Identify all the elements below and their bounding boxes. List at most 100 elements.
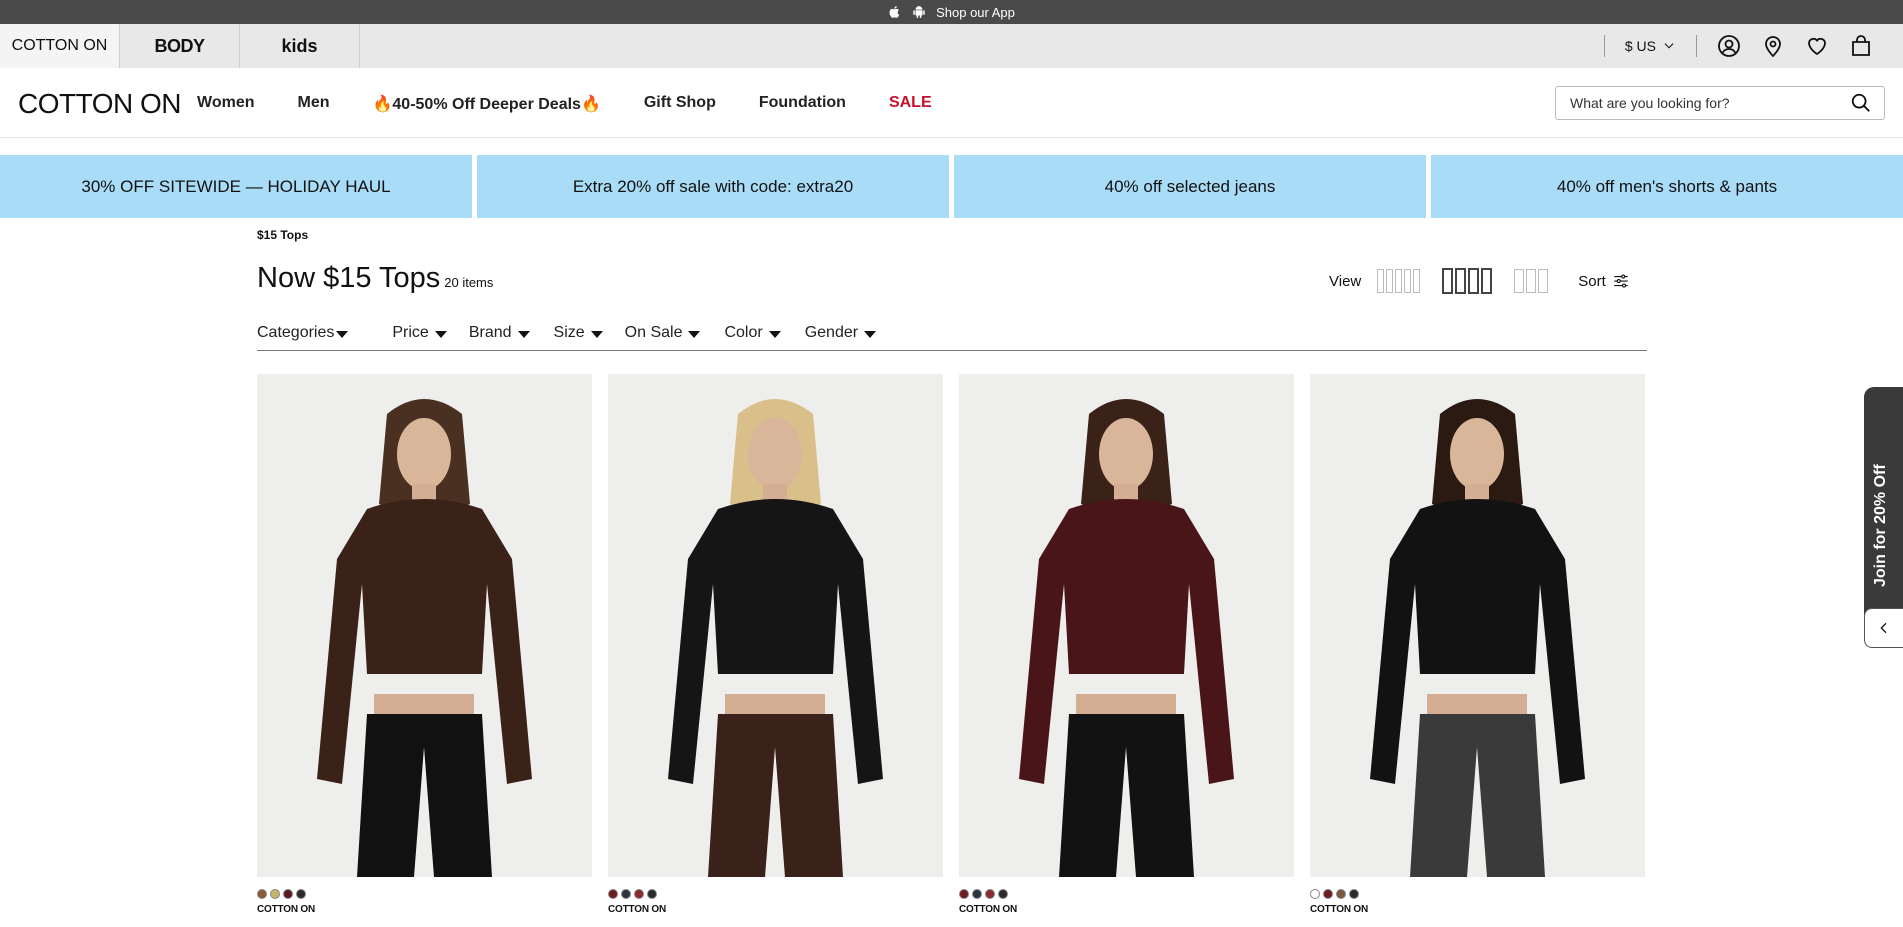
view-3-column-button[interactable] [1514,269,1549,293]
nav-deeper-deals[interactable]: 🔥40-50% Off Deeper Deals🔥 [372,94,600,114]
filter-label: Gender [804,324,859,341]
filter-categories[interactable]: Categories [257,324,349,350]
promo-banner[interactable]: Extra 20% off sale with code: extra20 [477,155,949,218]
nav-women[interactable]: Women [197,94,254,114]
color-swatch[interactable] [608,889,618,899]
caret-down-icon [434,331,447,338]
filter-label: Color [724,324,763,341]
color-swatch[interactable] [647,889,657,899]
product-brand: COTTON ON [1310,904,1369,915]
color-swatch[interactable] [296,889,306,899]
filter-brand[interactable]: Brand [469,324,530,350]
product-card[interactable]: COTTON ON [959,374,1294,915]
filter-label: Brand [468,324,512,341]
color-swatch[interactable] [1310,889,1320,899]
color-swatch[interactable] [257,889,267,899]
color-swatch[interactable] [1323,889,1333,899]
filter-gender[interactable]: Gender [804,324,877,350]
view-label: View [1329,272,1362,290]
color-swatches [608,889,943,899]
product-card[interactable]: COTTON ON [257,374,592,915]
logo[interactable]: COTTON ON [18,88,181,120]
product-image[interactable] [1310,374,1645,877]
brand-tab-body[interactable]: BODY [120,24,240,68]
color-swatch[interactable] [959,889,969,899]
filter-size[interactable]: Size [554,324,603,350]
model-illustration [959,374,1294,877]
main-nav: COTTON ON Women Men 🔥40-50% Off Deeper D… [0,68,1903,138]
brand-tab-cotton-on[interactable]: COTTON ON [0,24,120,68]
chevron-down-icon [1664,43,1674,49]
filter-on-sale[interactable]: On Sale [625,324,701,350]
product-image[interactable] [608,374,943,877]
caret-down-icon [590,331,603,338]
color-swatch[interactable] [283,889,293,899]
color-swatch[interactable] [1349,889,1359,899]
product-image[interactable] [959,374,1294,877]
color-swatch[interactable] [972,889,982,899]
currency-selector[interactable]: $ US [1625,38,1676,54]
color-swatch[interactable] [1336,889,1346,899]
join-offer-label: Join for 20% Off [1872,464,1889,587]
view-5-column-button[interactable] [1377,269,1421,293]
sort-button[interactable]: Sort [1578,272,1630,290]
currency-label: $ US [1624,38,1656,54]
promo-banner[interactable]: 30% OFF SITEWIDE — HOLIDAY HAUL [0,155,472,218]
product-card[interactable]: COTTON ON [608,374,943,915]
apple-icon[interactable] [888,5,902,19]
location-icon[interactable] [1761,34,1785,58]
filter-color[interactable]: Color [724,324,781,350]
view-4-column-button[interactable] [1442,268,1493,294]
brand-tab-kids[interactable]: kids [240,24,360,68]
color-swatch[interactable] [634,889,644,899]
item-count: 20 items [444,275,494,290]
divider [1603,35,1605,57]
app-promo-bar[interactable]: Shop our App [0,0,1903,24]
heart-icon[interactable] [1805,34,1829,58]
caret-down-icon [517,331,530,338]
color-swatch[interactable] [985,889,995,899]
promo-banner[interactable]: 40% off selected jeans [954,155,1426,218]
collapse-join-tab-button[interactable] [1864,608,1903,648]
promo-strip: 30% OFF SITEWIDE — HOLIDAY HAUL Extra 20… [0,155,1903,218]
product-card[interactable]: COTTON ON [1310,374,1645,915]
caret-down-icon [768,331,781,338]
product-grid: COTTON ON COTTON ON COTTON ON COTTON ON [257,374,1647,915]
nav-foundation[interactable]: Foundation [759,94,846,114]
filter-price[interactable]: Price [392,324,447,350]
color-swatches [1310,889,1645,899]
search-box [1555,86,1885,120]
android-icon[interactable] [912,5,926,19]
app-promo-text[interactable]: Shop our App [936,5,1015,20]
model-illustration [608,374,943,877]
color-swatch[interactable] [998,889,1008,899]
filter-label: Categories [257,324,335,341]
filter-bar: Categories Price Brand Size On Sale Colo… [257,324,1647,351]
brand-bar: COTTON ON BODY kids $ US [0,24,1903,68]
bag-icon[interactable] [1849,34,1873,58]
nav-sale[interactable]: SALE [889,94,932,114]
breadcrumb[interactable]: $15 Tops [257,228,308,242]
product-brand: COTTON ON [608,904,667,915]
product-brand: COTTON ON [257,904,316,915]
search-icon[interactable] [1850,92,1872,114]
nav-men[interactable]: Men [297,94,329,114]
filter-label: Price [392,324,429,341]
caret-down-icon [688,331,701,338]
sliders-icon [1614,274,1628,288]
product-image[interactable] [257,374,592,877]
model-illustration [257,374,592,877]
filter-label: On Sale [624,324,683,341]
search-input[interactable] [1570,95,1850,111]
account-icon[interactable] [1717,34,1741,58]
filter-label: Size [553,324,585,341]
color-swatch[interactable] [621,889,631,899]
nav-gift-shop[interactable]: Gift Shop [644,94,716,114]
color-swatches [959,889,1294,899]
utility-nav: $ US [1603,24,1873,68]
promo-banner[interactable]: 40% off men's shorts & pants [1431,155,1903,218]
color-swatch[interactable] [270,889,280,899]
nav-links: Women Men 🔥40-50% Off Deeper Deals🔥 Gift… [197,94,932,114]
view-controls: View Sort [1329,268,1630,294]
page-title-text: Now $15 Tops [257,262,441,294]
